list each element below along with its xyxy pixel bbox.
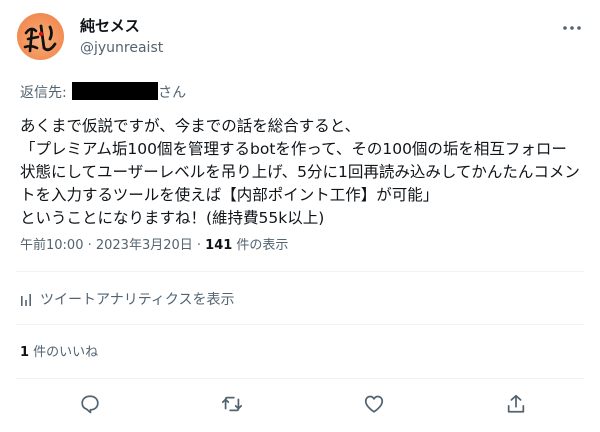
divider xyxy=(16,378,584,379)
likes-label: 件のいいね xyxy=(29,345,99,360)
display-name[interactable]: 純セメス xyxy=(80,16,140,36)
avatar[interactable] xyxy=(17,13,64,60)
views-count: 141 xyxy=(205,238,233,253)
reply-to-prefix: 返信先: xyxy=(20,85,72,101)
divider xyxy=(16,324,584,325)
reply-icon xyxy=(81,395,99,414)
reply-to-line: 返信先: さん xyxy=(20,82,186,103)
share-button[interactable] xyxy=(505,393,527,415)
divider xyxy=(16,271,584,272)
analytics-bar-icon xyxy=(21,294,31,306)
heart-icon xyxy=(364,395,384,413)
more-icon[interactable] xyxy=(561,20,583,36)
retweet-icon xyxy=(221,396,243,412)
analytics-link[interactable]: ツイートアナリティクスを表示 xyxy=(20,290,234,310)
likes-count-link[interactable]: 1 件のいいね xyxy=(20,344,98,362)
avatar-calligraphy xyxy=(23,24,57,53)
like-button[interactable] xyxy=(363,393,385,415)
user-handle[interactable]: @jyunreaist xyxy=(80,38,163,58)
tweet-text: あくまで仮説ですが、今までの話を総合すると、 「プレミアム垢100個を管理するb… xyxy=(20,117,580,227)
retweet-button[interactable] xyxy=(221,393,243,415)
views-label: 件の表示 xyxy=(232,238,289,253)
analytics-label: ツイートアナリティクスを表示 xyxy=(40,292,235,308)
redacted-username[interactable] xyxy=(72,82,159,100)
reply-button[interactable] xyxy=(79,393,101,415)
likes-count: 1 xyxy=(20,345,30,360)
reply-to-suffix: さん xyxy=(158,85,187,101)
timestamp-link[interactable]: 午前10:00 · 2023年3月20日 · xyxy=(20,238,205,253)
share-icon xyxy=(507,394,525,413)
tweet-meta: 午前10:00 · 2023年3月20日 · 141 件の表示 xyxy=(20,237,288,255)
